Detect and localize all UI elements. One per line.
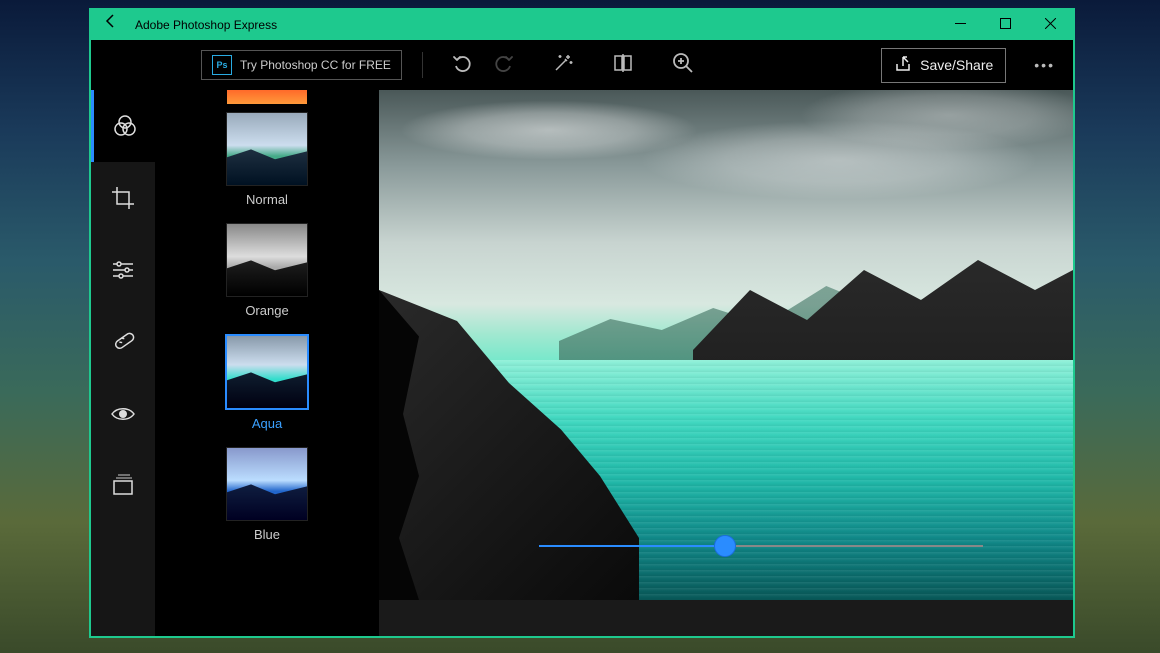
filter-thumb[interactable]: [226, 223, 308, 297]
redo-button[interactable]: [483, 52, 523, 79]
back-button[interactable]: [91, 10, 131, 40]
tool-heal[interactable]: [91, 306, 155, 378]
tool-redeye[interactable]: [91, 378, 155, 450]
filter-item-orange[interactable]: Orange: [226, 223, 308, 318]
zoom-button[interactable]: [663, 52, 703, 79]
slider-handle[interactable]: [714, 535, 736, 557]
filter-panel: Normal Orange Aqua: [155, 90, 379, 636]
share-icon: [894, 55, 912, 76]
left-tool-rail: [91, 90, 155, 636]
filter-thumb[interactable]: [226, 447, 308, 521]
slider-fill: [539, 545, 725, 547]
tool-crop[interactable]: [91, 162, 155, 234]
tool-looks[interactable]: [91, 90, 155, 162]
filter-peek-prev[interactable]: [227, 90, 307, 104]
filter-item-normal[interactable]: Normal: [226, 112, 308, 207]
try-photoshop-label: Try Photoshop CC for FREE: [240, 58, 391, 72]
save-share-label: Save/Share: [920, 57, 993, 73]
filter-label: Blue: [254, 527, 280, 542]
slider-track[interactable]: [539, 545, 983, 547]
tool-adjust[interactable]: [91, 234, 155, 306]
filter-label: Normal: [246, 192, 288, 207]
auto-enhance-button[interactable]: [543, 52, 583, 79]
image-canvas[interactable]: [379, 90, 1073, 600]
filter-thumb[interactable]: [225, 334, 309, 410]
filter-label: Aqua: [252, 416, 282, 431]
top-toolbar: Ps Try Photoshop CC for FREE Save/Share: [91, 40, 1073, 90]
filter-thumb[interactable]: [226, 112, 308, 186]
undo-button[interactable]: [443, 52, 483, 79]
app-title: Adobe Photoshop Express: [131, 18, 277, 32]
canvas-area: [379, 90, 1073, 636]
photoshop-badge-icon: Ps: [212, 55, 232, 75]
toolbar-separator: [422, 52, 423, 78]
tool-border[interactable]: [91, 450, 155, 522]
close-button[interactable]: [1028, 10, 1073, 40]
app-window: Adobe Photoshop Express Ps Try Photoshop…: [89, 8, 1075, 638]
filter-item-blue[interactable]: Blue: [226, 447, 308, 542]
save-share-button[interactable]: Save/Share: [881, 48, 1006, 83]
main-body: Normal Orange Aqua: [91, 90, 1073, 636]
maximize-button[interactable]: [983, 10, 1028, 40]
compare-button[interactable]: [603, 52, 643, 79]
more-options-button[interactable]: •••: [1026, 57, 1063, 73]
filter-item-aqua[interactable]: Aqua: [225, 334, 309, 431]
title-bar: Adobe Photoshop Express: [91, 10, 1073, 40]
intensity-slider[interactable]: [539, 526, 983, 566]
minimize-button[interactable]: [938, 10, 983, 40]
filter-label: Orange: [245, 303, 288, 318]
try-photoshop-button[interactable]: Ps Try Photoshop CC for FREE: [201, 50, 402, 80]
